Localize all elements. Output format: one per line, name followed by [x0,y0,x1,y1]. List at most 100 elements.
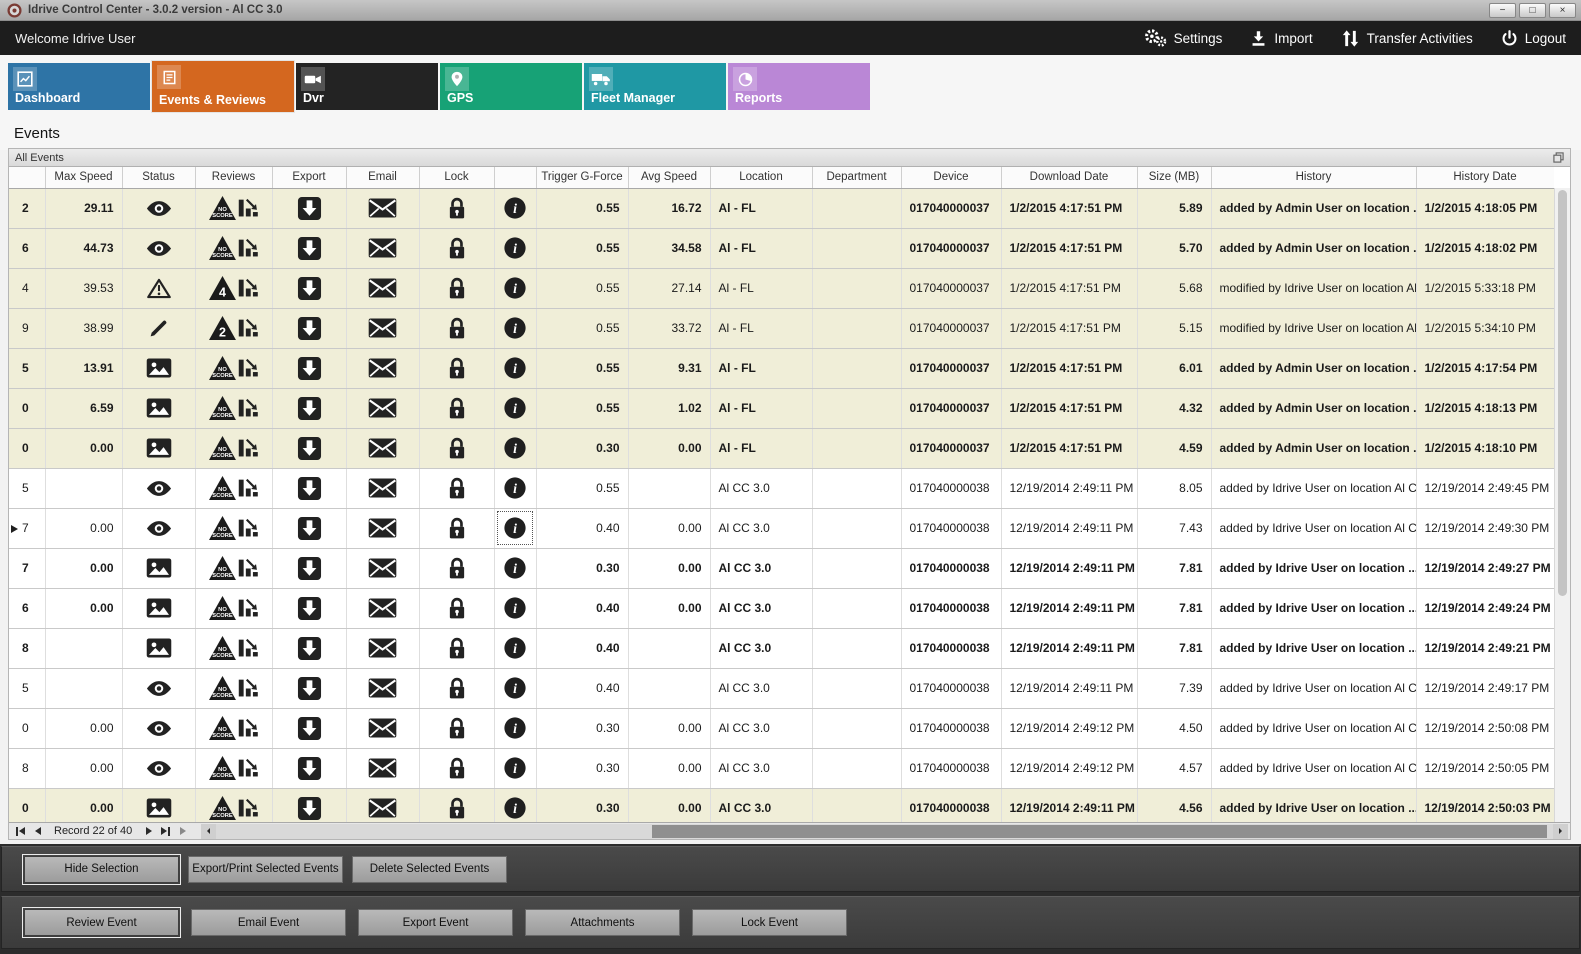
event-row[interactable]: 60.00NOSCOREi0.400.00Al CC 3.00170400000… [9,588,1554,628]
column-header-history-date[interactable]: History Date [1416,167,1554,188]
email-icon[interactable] [368,278,397,298]
export-icon[interactable] [297,356,322,381]
review-chart-icon[interactable] [237,757,260,780]
column-header-size-mb[interactable]: Size (MB) [1137,167,1211,188]
review-score-triangle-icon[interactable]: NOSCORE [208,435,237,461]
column-header-avg-speed[interactable]: Avg Speed [628,167,710,188]
hscroll-left-arrow[interactable] [201,824,216,839]
pager-append-button[interactable] [174,824,191,839]
image-icon[interactable] [146,398,172,418]
email-icon[interactable] [368,398,397,418]
event-row[interactable]: 00.00NOSCOREi0.300.00Al CC 3.00170400000… [9,708,1554,748]
column-header-export[interactable]: Export [272,167,346,188]
minimize-button[interactable]: − [1489,3,1516,18]
pager-next-button[interactable] [140,824,157,839]
export-icon[interactable] [297,516,322,541]
event-row[interactable]: 229.11NOSCOREi0.5516.72Al - FL0170400000… [9,188,1554,228]
eye-icon[interactable] [146,719,172,738]
event-row[interactable]: 938.992i0.5533.72Al - FL0170400000371/2/… [9,308,1554,348]
delete-selected-events-button[interactable]: Delete Selected Events [352,856,507,883]
export-icon[interactable] [297,756,322,781]
export-icon[interactable] [297,476,322,501]
review-score-triangle-icon[interactable]: NOSCORE [208,755,237,781]
eye-icon[interactable] [146,759,172,778]
event-row[interactable]: 5NOSCOREi0.40Al CC 3.001704000003812/19/… [9,668,1554,708]
review-chart-icon[interactable] [237,437,260,460]
info-icon[interactable]: i [503,636,527,660]
image-icon[interactable] [146,558,172,578]
column-header-row-id[interactable] [9,167,45,188]
event-row[interactable]: 80.00NOSCOREi0.300.00Al CC 3.00170400000… [9,748,1554,788]
review-score-triangle-icon[interactable]: NOSCORE [208,195,237,221]
info-icon[interactable]: i [503,316,527,340]
info-icon[interactable]: i [503,396,527,420]
export-print-selected-events-button[interactable]: Export/Print Selected Events [188,856,343,883]
image-icon[interactable] [146,798,172,818]
lock-icon[interactable] [447,356,467,381]
lock-icon[interactable] [447,796,467,821]
export-icon[interactable] [297,676,322,701]
column-header-lock[interactable]: Lock [419,167,494,188]
info-icon[interactable]: i [503,676,527,700]
info-icon[interactable]: i [503,716,527,740]
tab-reports[interactable]: Reports [728,63,870,110]
lock-icon[interactable] [447,236,467,261]
horizontal-scrollbar-thumb[interactable] [652,825,1547,838]
email-icon[interactable] [368,758,397,778]
review-chart-icon[interactable] [237,797,260,820]
column-header-department[interactable]: Department [812,167,901,188]
pager-first-button[interactable] [12,824,29,839]
export-icon[interactable] [297,716,322,741]
column-header-trigger-g-force[interactable]: Trigger G-Force [536,167,628,188]
review-chart-icon[interactable] [237,357,260,380]
export-icon[interactable] [297,276,322,301]
eye-icon[interactable] [146,199,172,218]
menubar-item-import[interactable]: Import [1250,30,1312,47]
lock-icon[interactable] [447,276,467,301]
event-row[interactable]: 70.00NOSCOREi0.400.00Al CC 3.00170400000… [9,508,1554,548]
review-score-triangle-icon[interactable]: NOSCORE [208,675,237,701]
lock-icon[interactable] [447,716,467,741]
hide-selection-button[interactable]: Hide Selection [24,856,179,883]
pencil-icon[interactable] [148,318,169,339]
email-icon[interactable] [368,798,397,818]
eye-icon[interactable] [146,239,172,258]
info-icon[interactable]: i [503,236,527,260]
attachments-button[interactable]: Attachments [525,909,680,936]
email-icon[interactable] [368,518,397,538]
review-score-triangle-icon[interactable]: NOSCORE [208,515,237,541]
eye-icon[interactable] [146,519,172,538]
lock-icon[interactable] [447,476,467,501]
review-chart-icon[interactable] [237,317,260,340]
lock-event-button[interactable]: Lock Event [692,909,847,936]
lock-icon[interactable] [447,396,467,421]
lock-icon[interactable] [447,756,467,781]
close-button[interactable]: × [1549,3,1576,18]
info-icon[interactable]: i [503,596,527,620]
review-chart-icon[interactable] [237,717,260,740]
review-chart-icon[interactable] [237,397,260,420]
review-chart-icon[interactable] [237,677,260,700]
review-chart-icon[interactable] [237,637,260,660]
lock-icon[interactable] [447,436,467,461]
lock-icon[interactable] [447,556,467,581]
email-icon[interactable] [368,558,397,578]
email-icon[interactable] [368,678,397,698]
review-score-triangle-icon[interactable]: NOSCORE [208,635,237,661]
menubar-item-settings[interactable]: Settings [1143,28,1223,48]
export-icon[interactable] [297,556,322,581]
export-icon[interactable] [297,796,322,821]
event-row[interactable]: 70.00NOSCOREi0.300.00Al CC 3.00170400000… [9,548,1554,588]
info-icon[interactable]: i [503,516,527,540]
event-row[interactable]: 644.73NOSCOREi0.5534.58Al - FL0170400000… [9,228,1554,268]
event-row[interactable]: 00.00NOSCOREi0.300.00Al - FL017040000037… [9,428,1554,468]
export-icon[interactable] [297,436,322,461]
event-row[interactable]: 06.59NOSCOREi0.551.02Al - FL017040000037… [9,388,1554,428]
review-chart-icon[interactable] [237,597,260,620]
vertical-scrollbar[interactable] [1554,188,1570,822]
review-score-triangle-icon[interactable]: NOSCORE [208,235,237,261]
column-header-status[interactable]: Status [122,167,195,188]
warning-icon[interactable] [147,278,171,299]
vertical-scrollbar-thumb[interactable] [1558,190,1567,596]
review-event-button[interactable]: Review Event [24,909,179,936]
